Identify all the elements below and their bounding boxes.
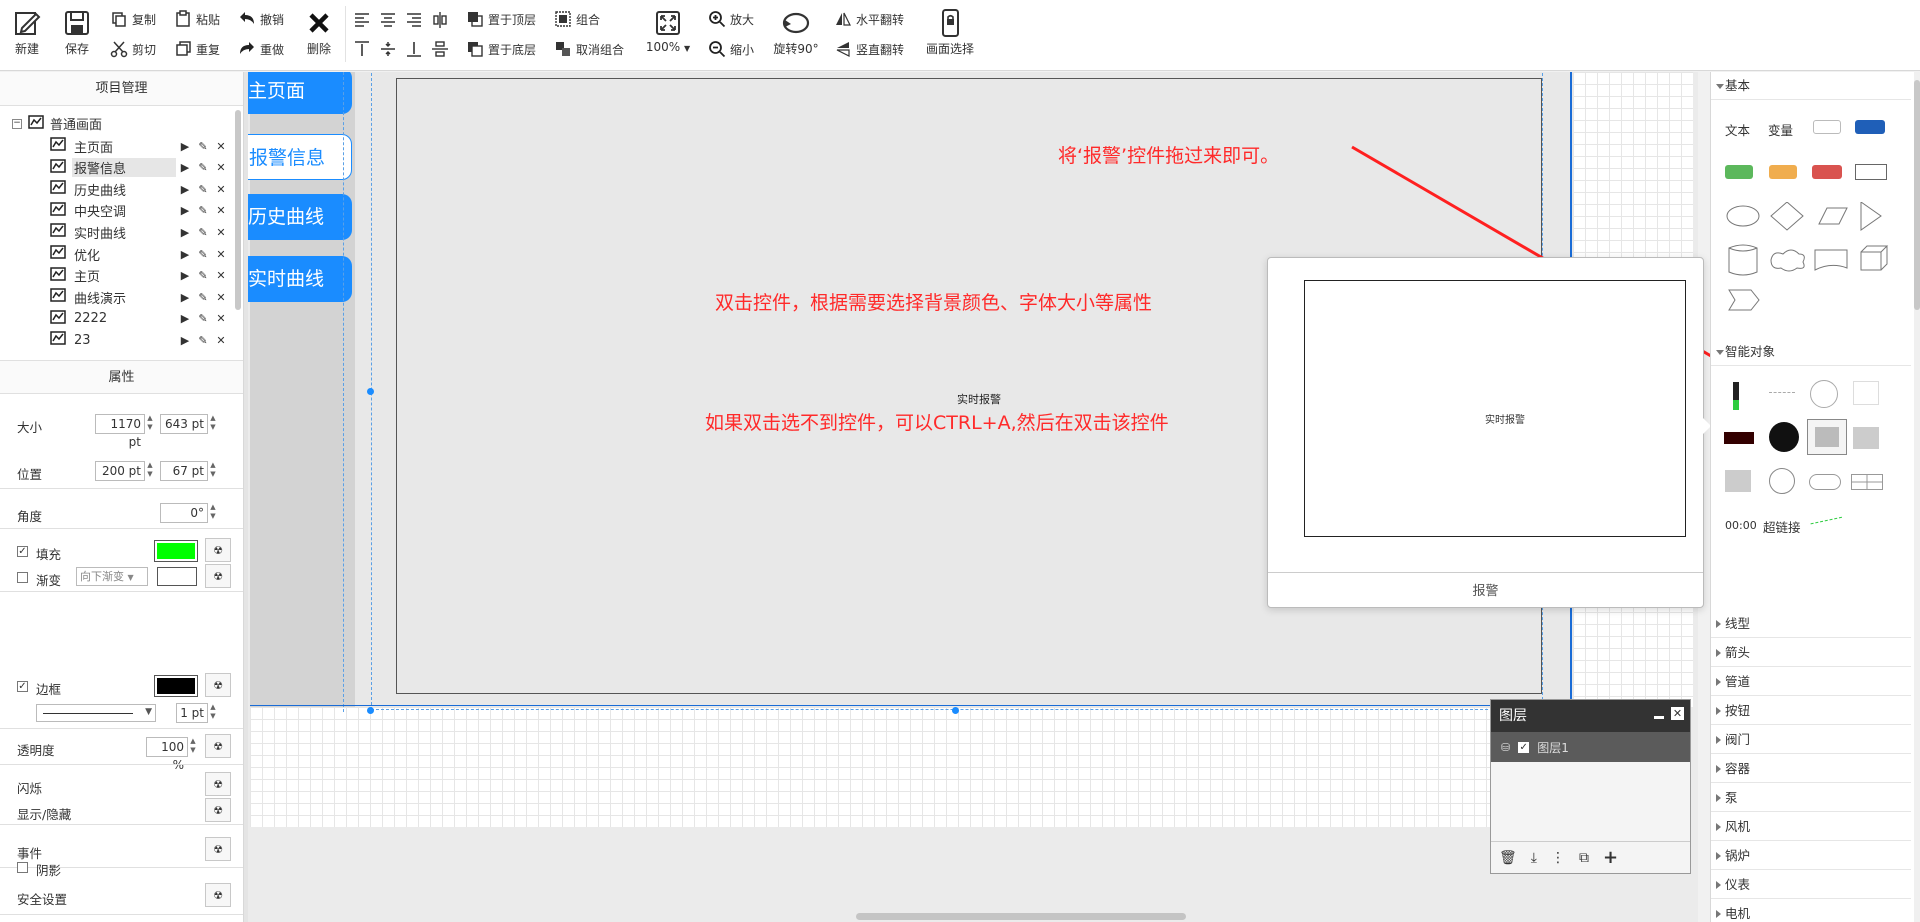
shape-cloud <box>1770 249 1805 272</box>
more-icon[interactable]: ⋮ <box>1551 850 1565 866</box>
layer-options-icon[interactable]: ⛁ <box>1501 741 1510 754</box>
category-item[interactable]: 电机 <box>1711 900 1911 922</box>
preview-footer: 报警 <box>1472 584 1499 599</box>
layers-title: 图层 <box>1499 708 1527 724</box>
shape-button-white[interactable] <box>1813 120 1841 134</box>
trash-icon[interactable]: 🗑 <box>1499 850 1517 866</box>
shape-diamond <box>1770 202 1804 231</box>
smart-realtime-alarm[interactable] <box>1807 419 1847 455</box>
shape-text[interactable]: 文本 <box>1725 120 1750 139</box>
smart-toggle[interactable] <box>1809 474 1841 490</box>
category-smart-objects[interactable]: 智能对象 <box>1711 338 1911 366</box>
right-scroll-track <box>1914 72 1920 922</box>
export-icon[interactable]: ⤓ <box>1531 850 1537 866</box>
category-item[interactable]: 风机 <box>1711 813 1911 841</box>
widget-preview-popup: 实时报警 报警 <box>1267 257 1711 608</box>
layers-panel: 图层 ✕ ⛁ ✓ 图层1 🗑 ⤓ ⋮ ⧉ + <box>1490 699 1691 874</box>
shape-triangle <box>1860 202 1882 231</box>
layers-header: 图层 ✕ <box>1491 700 1690 732</box>
category-basic[interactable]: 基本 <box>1711 72 1911 100</box>
category-item[interactable]: 阀门 <box>1711 726 1911 754</box>
layer-visible-checkbox[interactable]: ✓ <box>1518 741 1530 753</box>
close-icon[interactable]: ✕ <box>1671 707 1684 720</box>
smart-clock[interactable] <box>1769 468 1795 494</box>
layers-footer: 🗑 ⤓ ⋮ ⧉ + <box>1491 841 1690 873</box>
smart-table[interactable] <box>1851 474 1883 490</box>
smart-level-bar[interactable] <box>1733 382 1739 410</box>
layer-row[interactable]: ⛁ ✓ 图层1 <box>1491 732 1690 762</box>
preview-divider <box>1268 572 1703 573</box>
add-layer-icon[interactable]: + <box>1603 847 1618 868</box>
shape-button-orange[interactable] <box>1769 165 1797 179</box>
shape-button-blue[interactable] <box>1855 120 1885 134</box>
category-item[interactable]: 容器 <box>1711 755 1911 783</box>
duplicate-layer-icon[interactable]: ⧉ <box>1579 850 1589 866</box>
shape-variable[interactable]: 变量 <box>1768 120 1793 139</box>
shape-button-red[interactable] <box>1812 165 1842 179</box>
shape-cube <box>1860 245 1889 271</box>
preview-widget-frame: 实时报警 <box>1304 280 1686 537</box>
smart-display[interactable] <box>1853 381 1879 405</box>
smart-timer[interactable]: 00:00 <box>1725 519 1757 532</box>
shape-cylinder <box>1728 244 1758 276</box>
category-item[interactable]: 箭头 <box>1711 639 1911 667</box>
category-item[interactable]: 仪表 <box>1711 871 1911 899</box>
basic-shapes <box>1726 202 1889 311</box>
smart-trend-line[interactable] <box>1810 516 1844 532</box>
smart-camera[interactable] <box>1769 422 1799 452</box>
shape-rectangle[interactable] <box>1855 164 1887 180</box>
smart-history-curve[interactable] <box>1725 470 1751 492</box>
shape-chevron <box>1728 289 1760 311</box>
category-item[interactable]: 线型 <box>1711 610 1911 638</box>
smart-gauge[interactable] <box>1810 380 1838 408</box>
smart-led-display[interactable] <box>1724 432 1754 444</box>
category-item[interactable]: 泵 <box>1711 784 1911 812</box>
smart-ruler[interactable] <box>1769 392 1795 404</box>
shape-ellipse <box>1726 205 1760 227</box>
layer-name: 图层1 <box>1537 740 1569 755</box>
smart-hyperlink[interactable]: 超链接 <box>1763 517 1801 536</box>
shape-button-green[interactable] <box>1725 165 1753 179</box>
shape-document <box>1814 249 1848 271</box>
right-scrollbar[interactable] <box>1914 80 1920 310</box>
shape-parallelogram <box>1818 207 1848 225</box>
shape-library-panel: 基本 文本 变量 智能对象 00:00 超链接 线型 箭头 管道 按钮 阀门 容器泵风机锅… <box>1710 72 1920 922</box>
minimize-icon[interactable] <box>1654 709 1664 719</box>
category-item[interactable]: 管道 <box>1711 668 1911 696</box>
preview-widget-label: 实时报警 <box>1485 415 1525 426</box>
smart-realtime-curve[interactable] <box>1853 427 1879 449</box>
category-item[interactable]: 锅炉 <box>1711 842 1911 870</box>
category-item[interactable]: 按钮 <box>1711 697 1911 725</box>
